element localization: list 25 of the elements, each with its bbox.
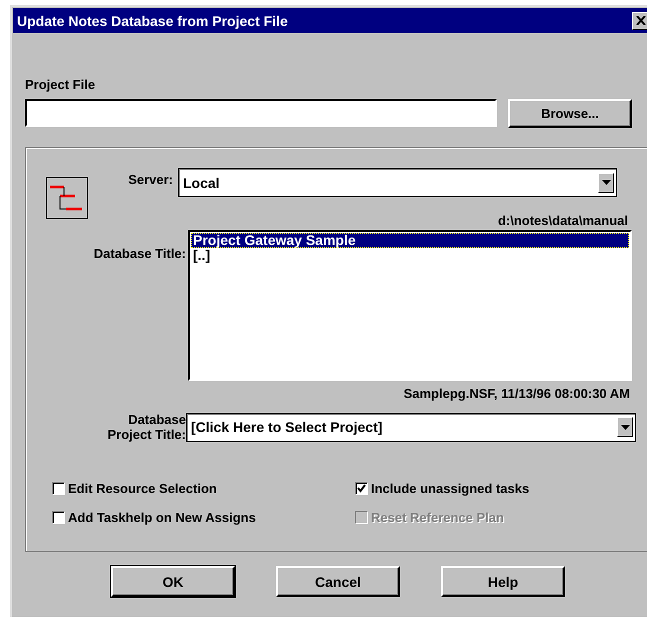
dialog-button[interactable]: Help [441, 566, 565, 597]
dialog-button[interactable]: Cancel [276, 566, 400, 597]
checkbox-option[interactable]: Include unassigned tasks [355, 481, 605, 496]
checkbox-option[interactable]: Edit Resource Selection [52, 481, 355, 496]
gantt-icon [46, 177, 88, 219]
checkbox[interactable] [52, 511, 65, 524]
database-info: Samplepg.NSF, 11/13/96 08:00:30 AM [402, 386, 630, 403]
database-title-label: Database Title: [92, 245, 186, 263]
list-item[interactable]: [..] [191, 248, 629, 263]
server-path: d:\notes\data\manual [496, 213, 628, 230]
project-title-label: Database Project Title: [106, 412, 186, 442]
field-label: Project File [25, 77, 96, 94]
server-label: Server: [127, 171, 173, 187]
project-title-dropdown[interactable]: [Click Here to Select Project] [186, 412, 636, 442]
close-icon [636, 16, 646, 25]
window-title: Update Notes Database from Project File [17, 12, 288, 28]
checkbox-option[interactable]: Add Taskhelp on New Assigns [52, 510, 355, 525]
list-item[interactable]: Project Gateway Sample [191, 233, 629, 248]
server-dropdown[interactable]: Local [178, 168, 617, 197]
browse-button[interactable]: Browse... [508, 99, 632, 128]
checkbox[interactable] [52, 482, 65, 495]
project-file-field[interactable] [25, 99, 497, 127]
dialog-button[interactable]: OK [111, 566, 235, 597]
checkbox[interactable] [355, 482, 368, 495]
close-button[interactable] [632, 12, 647, 30]
